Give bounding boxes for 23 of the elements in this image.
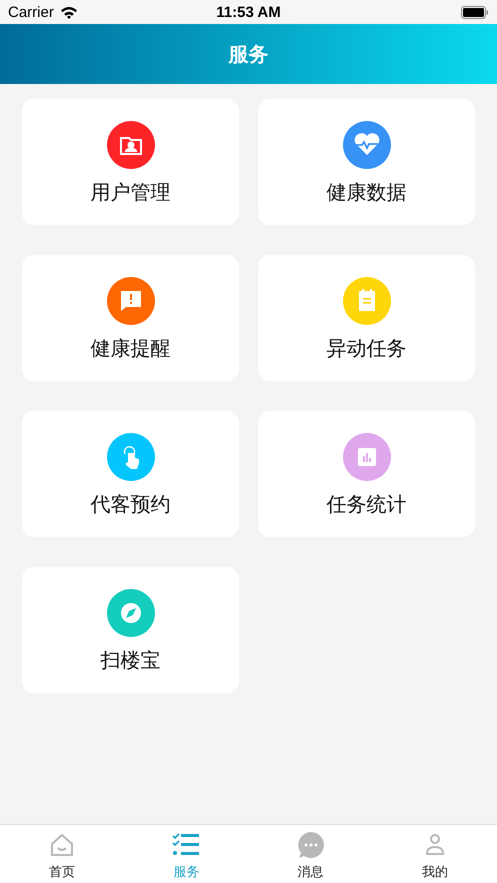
service-card[interactable]: 扫楼宝	[22, 567, 239, 693]
tab-item[interactable]: 首页	[0, 825, 124, 883]
chat-bubble-icon	[296, 831, 325, 859]
service-label: 扫楼宝	[100, 647, 160, 674]
carrier-name: Carrier	[8, 4, 54, 20]
service-label: 用户管理	[90, 179, 170, 206]
service-card[interactable]: 健康数据	[258, 99, 475, 225]
page-title: 服务	[228, 40, 268, 68]
service-card[interactable]: 任务统计	[258, 411, 475, 537]
tab-item[interactable]: 我的	[372, 825, 497, 883]
service-label: 异动任务	[326, 335, 406, 362]
service-card[interactable]: 健康提醒	[22, 255, 239, 381]
service-label: 健康数据	[326, 179, 406, 206]
service-card[interactable]: 用户管理	[22, 99, 239, 225]
service-card[interactable]: 代客预约	[22, 411, 239, 537]
service-card[interactable]: 异动任务	[258, 255, 475, 381]
clock-time: 11:53 AM	[216, 4, 281, 20]
service-label: 健康提醒	[90, 335, 170, 362]
service-label: 任务统计	[326, 491, 406, 518]
service-label: 代客预约	[90, 491, 170, 518]
tab-item[interactable]: 消息	[248, 825, 373, 883]
wifi-icon	[60, 6, 78, 18]
battery-icon	[461, 6, 489, 18]
